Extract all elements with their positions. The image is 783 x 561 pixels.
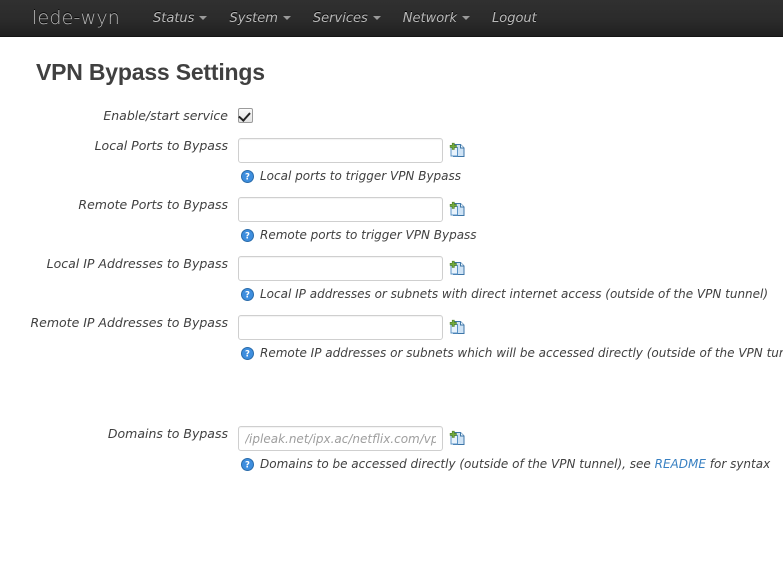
domains-label: Domains to Bypass <box>107 426 228 441</box>
page-title: VPN Bypass Settings <box>36 59 265 85</box>
local-ports-control: ? Local ports to trigger VPN Bypass <box>228 138 783 183</box>
svg-text:?: ? <box>245 231 250 241</box>
remote-ports-label: Remote Ports to Bypass <box>78 197 228 212</box>
domains-input-line <box>238 426 770 451</box>
nav-item-label: Network <box>402 10 458 26</box>
local-ports-input[interactable] <box>238 138 443 163</box>
remote-ips-label: Remote IP Addresses to Bypass <box>30 315 228 330</box>
chevron-down-icon <box>282 16 291 20</box>
svg-text:?: ? <box>245 172 250 182</box>
form-row-remote-ips: Remote IP Addresses to Bypass ? Remote I… <box>0 315 783 360</box>
add-item-icon[interactable] <box>449 142 466 159</box>
local-ips-label: Local IP Addresses to Bypass <box>46 256 228 271</box>
local-ports-label: Local Ports to Bypass <box>94 138 228 153</box>
remote-ports-help: ? Remote ports to trigger VPN Bypass <box>241 228 477 242</box>
form-row-remote-ports: Remote Ports to Bypass ? Remote ports to… <box>0 197 783 242</box>
domains-control: ? Domains to be accessed directly (outsi… <box>228 426 783 471</box>
page-container: VPN Bypass Settings Enable/start service… <box>0 59 783 471</box>
local-ips-input-line <box>238 256 768 281</box>
remote-ports-input-line <box>238 197 477 222</box>
enable-service-label: Enable/start service <box>103 108 228 123</box>
nav-item-label: Status <box>153 10 195 26</box>
remote-ips-control: ? Remote IP addresses or subnets which w… <box>228 315 783 360</box>
form-row-local-ports: Local Ports to Bypass ? Local ports to t… <box>0 138 783 183</box>
domains-help-text: Domains to be accessed directly (outside… <box>260 457 770 471</box>
help-circle-icon: ? <box>241 169 254 183</box>
local-ips-input[interactable] <box>238 256 443 281</box>
domains-help-suffix: for syntax <box>705 457 771 471</box>
nav-item-system[interactable]: System <box>218 0 301 36</box>
nav-item-services[interactable]: Services <box>302 0 392 36</box>
enable-service-checkbox[interactable] <box>238 108 253 123</box>
domains-help-prefix: Domains to be accessed directly (outside… <box>260 457 655 471</box>
chevron-down-icon <box>199 16 208 20</box>
svg-text:?: ? <box>245 290 250 300</box>
nav-item-label: System <box>229 10 278 26</box>
nav-item-status[interactable]: Status <box>142 0 218 36</box>
remote-ports-help-text: Remote ports to trigger VPN Bypass <box>260 228 477 242</box>
nav-item-label: Services <box>312 10 368 26</box>
readme-link[interactable]: README <box>655 457 706 471</box>
local-ports-help: ? Local ports to trigger VPN Bypass <box>241 169 466 183</box>
brand-logo[interactable]: lede-wyn <box>32 8 120 28</box>
chevron-down-icon <box>462 16 471 20</box>
local-ips-help: ? Local IP addresses or subnets with dir… <box>241 287 768 301</box>
form-row-local-ips: Local IP Addresses to Bypass ? Local IP … <box>0 256 783 301</box>
form-row-enable-service: Enable/start service <box>0 108 783 124</box>
domains-input[interactable] <box>238 426 443 451</box>
add-item-icon[interactable] <box>449 260 466 277</box>
local-ips-help-text: Local IP addresses or subnets with direc… <box>260 287 769 301</box>
remote-ips-input[interactable] <box>238 315 443 340</box>
nav-menu: Status System Services Network Logout <box>142 0 548 36</box>
add-item-icon[interactable] <box>449 430 466 447</box>
domains-help: ? Domains to be accessed directly (outsi… <box>241 457 770 471</box>
nav-item-network[interactable]: Network <box>392 0 481 36</box>
vpn-bypass-form: Enable/start service Local Ports to Bypa… <box>0 108 783 471</box>
enable-service-control <box>228 108 783 123</box>
help-circle-icon: ? <box>241 228 254 242</box>
chevron-down-icon <box>372 16 381 20</box>
top-navbar: lede-wyn Status System Services Network … <box>0 0 783 37</box>
nav-item-logout[interactable]: Logout <box>481 0 548 36</box>
add-item-icon[interactable] <box>449 201 466 218</box>
help-circle-icon: ? <box>241 457 254 471</box>
remote-ips-help: ? Remote IP addresses or subnets which w… <box>241 346 783 360</box>
nav-item-label: Logout <box>492 10 537 26</box>
remote-ports-control: ? Remote ports to trigger VPN Bypass <box>228 197 783 242</box>
svg-text:?: ? <box>245 460 250 470</box>
svg-text:?: ? <box>245 349 250 359</box>
local-ips-control: ? Local IP addresses or subnets with dir… <box>228 256 783 301</box>
help-circle-icon: ? <box>241 346 254 360</box>
remote-ips-input-line <box>238 315 783 340</box>
local-ports-help-text: Local ports to trigger VPN Bypass <box>260 169 462 183</box>
remote-ports-input[interactable] <box>238 197 443 222</box>
remote-ips-help-text: Remote IP addresses or subnets which wil… <box>260 346 783 360</box>
help-circle-icon: ? <box>241 287 254 301</box>
add-item-icon[interactable] <box>449 319 466 336</box>
local-ports-input-line <box>238 138 466 163</box>
form-row-domains: Domains to Bypass /ipleak.net/ipx.ac/net… <box>0 426 783 471</box>
